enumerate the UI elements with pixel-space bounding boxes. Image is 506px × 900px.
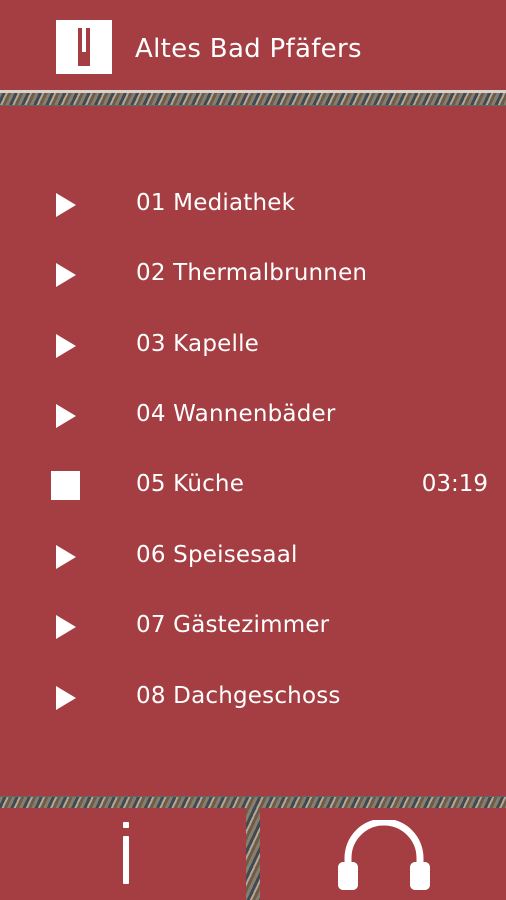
- track-item[interactable]: 04 Wannenbäder: [0, 391, 506, 441]
- track-label: 02 Thermalbrunnen: [136, 260, 368, 286]
- track-label: 05 Küche: [136, 471, 245, 497]
- track-item[interactable]: 03 Kapelle: [0, 321, 506, 371]
- info-button[interactable]: [0, 808, 246, 900]
- play-icon[interactable]: [56, 615, 76, 639]
- track-item[interactable]: 01 Mediathek: [0, 180, 506, 230]
- track-label: 07 Gästezimmer: [136, 612, 330, 638]
- track-item[interactable]: 08 Dachgeschoss: [0, 673, 506, 723]
- play-icon[interactable]: [56, 404, 76, 428]
- headphones-icon: [338, 820, 430, 890]
- play-icon[interactable]: [56, 334, 76, 358]
- track-item[interactable]: 06 Speisesaal: [0, 532, 506, 582]
- track-label: 06 Speisesaal: [136, 542, 298, 568]
- track-item[interactable]: 02 Thermalbrunnen: [0, 250, 506, 300]
- background-photo-strip: [0, 91, 506, 105]
- track-label: 08 Dachgeschoss: [136, 683, 341, 709]
- play-icon[interactable]: [56, 686, 76, 710]
- track-list: 01 Mediathek 02 Thermalbrunnen 03 Kapell…: [0, 106, 506, 796]
- track-label: 01 Mediathek: [136, 190, 296, 216]
- track-label: 04 Wannenbäder: [136, 401, 336, 427]
- logo-icon: [56, 20, 112, 74]
- play-icon[interactable]: [56, 545, 76, 569]
- audio-guide-button[interactable]: [260, 808, 506, 900]
- play-icon[interactable]: [56, 263, 76, 287]
- app-header: Altes Bad Pfäfers: [0, 0, 506, 93]
- play-icon[interactable]: [56, 193, 76, 217]
- track-time: 03:19: [421, 471, 488, 497]
- track-item[interactable]: 07 Gästezimmer: [0, 602, 506, 652]
- stop-icon[interactable]: [51, 471, 80, 500]
- track-label: 03 Kapelle: [136, 331, 260, 357]
- app-title: Altes Bad Pfäfers: [135, 34, 362, 64]
- info-icon: [119, 822, 133, 884]
- track-item-playing[interactable]: 05 Küche 03:19: [0, 461, 506, 511]
